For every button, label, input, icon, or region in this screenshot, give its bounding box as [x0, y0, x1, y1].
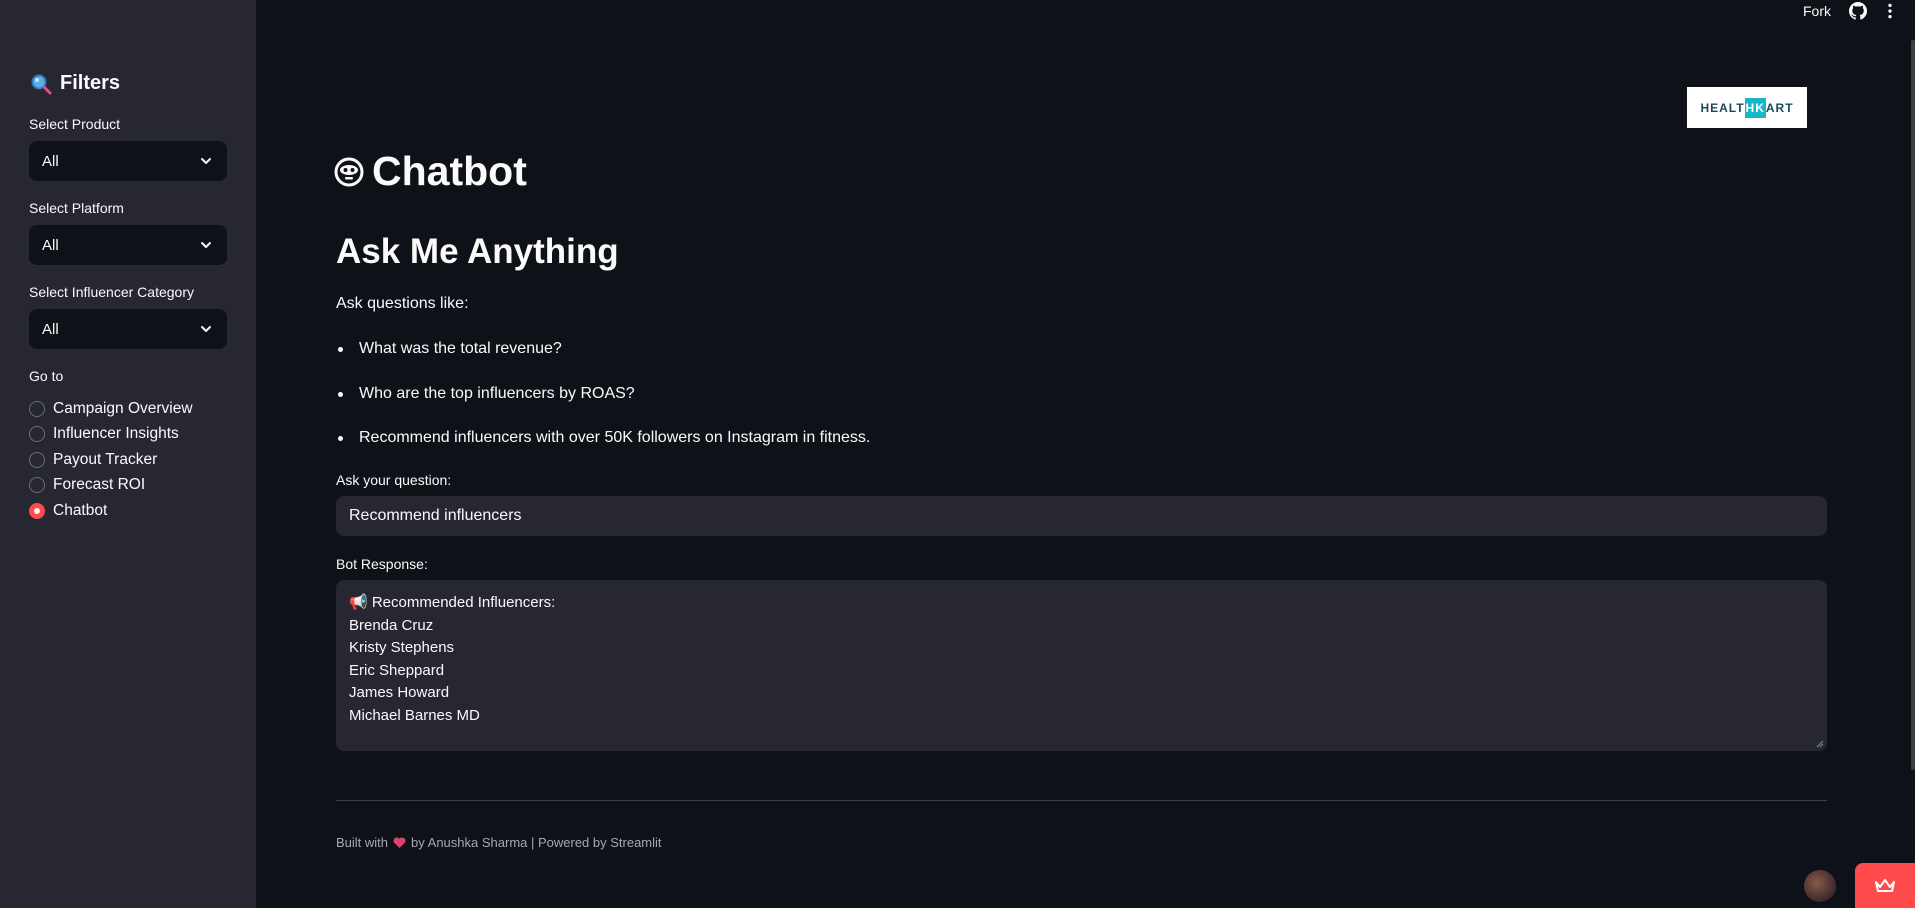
kebab-menu-icon[interactable] — [1881, 2, 1899, 20]
sidebar-title-text: Filters — [60, 72, 121, 94]
crown-icon — [1875, 878, 1895, 892]
select-influencer-category-value: All — [42, 320, 59, 338]
radio-unchecked-icon — [29, 451, 45, 468]
radio-checked-icon — [29, 502, 45, 519]
response-label: Bot Response: — [336, 556, 428, 572]
response-line: 📢 Recommended Influencers: — [349, 594, 556, 611]
nav-item-label: Influencer Insights — [53, 425, 179, 443]
toolbar: Fork — [1803, 0, 1915, 22]
example-questions-list: What was the total revenue? Who are the … — [336, 337, 870, 471]
select-influencer-category-dropdown[interactable]: All — [29, 309, 227, 349]
list-item: Recommend influencers with over 50K foll… — [336, 426, 870, 471]
response-line: Kristy Stephens — [349, 639, 455, 656]
nav-item-campaign-overview[interactable]: Campaign Overview — [29, 396, 193, 422]
streamlit-badge-button[interactable] — [1855, 863, 1915, 908]
select-platform-value: All — [42, 236, 59, 254]
radio-unchecked-icon — [29, 477, 45, 494]
response-line: Brenda Cruz — [349, 616, 434, 634]
chevron-down-icon — [201, 326, 211, 332]
nav-item-label: Chatbot — [53, 501, 108, 519]
chevron-down-icon — [201, 242, 211, 248]
resize-handle-icon[interactable] — [1816, 740, 1824, 748]
chevron-down-icon — [201, 158, 211, 164]
select-influencer-category-label: Select Influencer Category — [29, 284, 194, 300]
robot-face-icon — [334, 157, 364, 186]
select-platform-dropdown[interactable]: All — [29, 225, 227, 265]
select-product-value: All — [42, 152, 59, 170]
section-heading: Ask Me Anything — [336, 232, 619, 271]
question-label: Ask your question: — [336, 472, 452, 488]
select-platform-label: Select Platform — [29, 200, 124, 216]
page-nav-radio-group: Campaign Overview Influencer Insights Pa… — [29, 396, 193, 524]
app-root: Filters Select Product All Select Platfo… — [0, 0, 1915, 908]
select-product-dropdown[interactable]: All — [29, 141, 227, 181]
response-line: James Howard — [349, 684, 450, 701]
github-icon[interactable] — [1849, 2, 1867, 20]
goto-label: Go to — [29, 368, 64, 384]
nav-item-chatbot[interactable]: Chatbot — [29, 498, 193, 524]
nav-item-label: Forecast ROI — [53, 476, 146, 494]
sidebar: Filters Select Product All Select Platfo… — [0, 0, 256, 908]
response-line: Michael Barnes MD — [349, 706, 480, 724]
nav-item-influencer-insights[interactable]: Influencer Insights — [29, 422, 193, 448]
magnifier-icon — [31, 74, 52, 94]
footer-suffix: by Anushka Sharma | Powered by Streamlit — [411, 835, 662, 850]
nav-item-label: Payout Tracker — [53, 450, 158, 468]
radio-unchecked-icon — [29, 426, 45, 443]
nav-item-label: Campaign Overview — [53, 399, 193, 417]
footer-prefix: Built with — [336, 835, 389, 850]
logo-text-right: ART — [1765, 100, 1794, 115]
nav-item-forecast-roi[interactable]: Forecast ROI — [29, 473, 193, 499]
footer: Built with by Anushka Sharma | Powered b… — [336, 835, 662, 850]
logo-text-left: HEALT — [1700, 100, 1745, 115]
divider — [336, 800, 1827, 801]
heart-icon — [393, 836, 406, 848]
scrollbar[interactable] — [1911, 40, 1915, 770]
sidebar-title: Filters — [30, 72, 120, 95]
page-title-text: Chatbot — [372, 148, 527, 194]
list-item: Who are the top influencers by ROAS? — [336, 382, 870, 427]
intro-text: Ask questions like: — [336, 295, 469, 312]
bot-response-textarea[interactable]: 📢 Recommended Influencers: Brenda Cruz K… — [336, 580, 1827, 751]
response-line: Eric Sheppard — [349, 661, 445, 679]
question-input[interactable] — [336, 496, 1827, 536]
nav-item-payout-tracker[interactable]: Payout Tracker — [29, 447, 193, 473]
logo-text-mid: HK — [1744, 97, 1766, 118]
page-title: Chatbot — [334, 148, 527, 195]
healthkart-logo: HEALT HK ART — [1687, 87, 1807, 128]
avatar[interactable] — [1804, 870, 1836, 902]
select-product-label: Select Product — [29, 116, 121, 132]
radio-unchecked-icon — [29, 400, 45, 417]
fork-button[interactable]: Fork — [1803, 3, 1831, 19]
list-item: What was the total revenue? — [336, 337, 870, 382]
